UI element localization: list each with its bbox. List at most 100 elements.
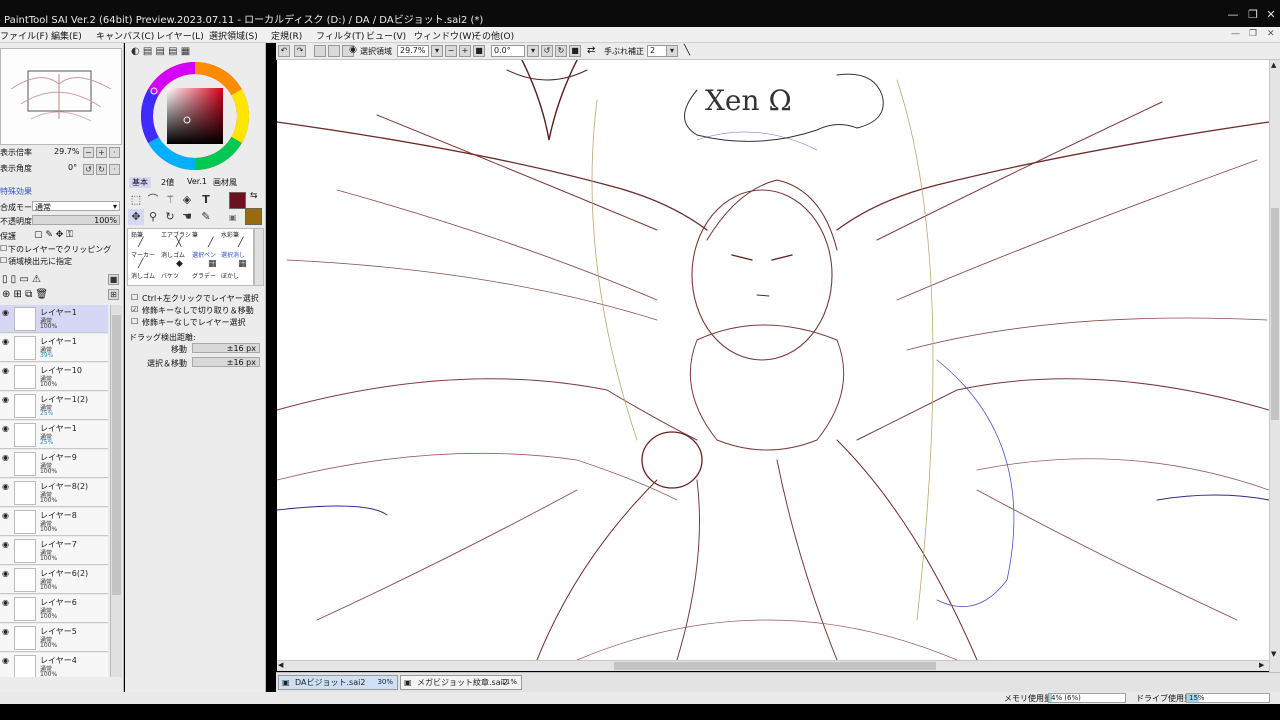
line-tool-icon[interactable]: ╲ xyxy=(684,45,690,56)
doc-tab-2[interactable]: ▣ メガビジョット紋章.sai2 11% xyxy=(400,675,522,690)
effects-label[interactable]: 特殊効果 xyxy=(0,186,32,197)
vertical-scroll-thumb[interactable] xyxy=(1271,208,1279,420)
toolbar-zoom-out[interactable]: − xyxy=(445,45,457,57)
rotate-reset-button[interactable]: · xyxy=(109,164,120,175)
brush-bucket[interactable]: バケツ xyxy=(161,271,179,280)
brush-scrollbar[interactable] xyxy=(254,228,264,286)
mdi-restore-button[interactable]: ❐ xyxy=(1249,29,1257,39)
brush-eraser-2[interactable]: 消しゴム xyxy=(131,271,155,280)
brush-select-erase[interactable]: 選択消し xyxy=(221,250,245,259)
rotate-right-button[interactable]: ↻ xyxy=(96,164,107,175)
cut-move-checkbox[interactable]: ☑ xyxy=(131,305,138,314)
eye-icon[interactable]: ◉ xyxy=(2,570,12,578)
navigator-preview[interactable] xyxy=(0,48,122,145)
tab-binary[interactable]: 2値 xyxy=(161,177,174,188)
undo-button[interactable]: ↶ xyxy=(278,45,290,57)
move-icon[interactable]: ✥ xyxy=(128,209,144,225)
eye-icon[interactable]: ◉ xyxy=(2,454,12,462)
scroll-up-icon[interactable]: ▲ xyxy=(1271,61,1276,69)
layer-actions-icon[interactable]: ▯ ▯ ▭ ⚠ xyxy=(2,274,41,285)
tab-ver1[interactable]: Ver.1 xyxy=(187,177,207,186)
toolbar-rotate-left[interactable]: ↺ xyxy=(541,45,553,57)
toolbar-zoom-field[interactable]: 29.7% xyxy=(397,45,429,57)
layer-row[interactable]: ◉ レイヤー10 通常 100% xyxy=(0,363,108,391)
zoom-in-button[interactable]: + xyxy=(96,147,107,158)
eye-icon[interactable]: ◉ xyxy=(2,483,12,491)
menu-filter[interactable]: フィルタ(T) xyxy=(316,29,364,42)
blend-mode-select[interactable]: 通常 ▾ xyxy=(32,201,120,212)
select-rect-icon[interactable]: ⬚ xyxy=(128,192,144,208)
color-mode-icon[interactable]: ◐ ▤ ▤ ▤ ▦ xyxy=(131,46,190,57)
doc-tab-1[interactable]: ▣ DAビジョット.sai2 30% xyxy=(278,675,398,690)
hand-icon[interactable]: ☚ xyxy=(179,209,195,225)
eyedropper-icon[interactable]: ✎ xyxy=(198,209,214,225)
layer-row[interactable]: ◉ レイヤー1 通常 100% xyxy=(0,305,108,333)
tab-basic[interactable]: 基本 xyxy=(129,177,151,188)
brush-marker[interactable]: マーカー xyxy=(131,250,155,259)
mdi-close-button[interactable]: ✕ xyxy=(1267,29,1275,39)
crop-button[interactable] xyxy=(328,45,340,57)
menu-edit[interactable]: 編集(E) xyxy=(51,29,82,42)
layer-row[interactable]: ◉ レイヤー5 通常 100% xyxy=(0,624,108,652)
menu-selection[interactable]: 選択領域(S) xyxy=(209,29,258,42)
layer-scrollbar[interactable] xyxy=(110,305,122,677)
rotate-left-button[interactable]: ↺ xyxy=(83,164,94,175)
mdi-minimize-button[interactable]: — xyxy=(1231,29,1240,39)
eye-icon[interactable]: ◉ xyxy=(2,396,12,404)
rotate-icon[interactable]: ↻ xyxy=(162,209,178,225)
opacity-slider[interactable]: 100% xyxy=(32,215,120,225)
brush-select-pen[interactable]: 選択ペン xyxy=(192,250,216,259)
fill-shape-icon[interactable]: ◈ xyxy=(179,192,195,208)
menu-file[interactable]: ファイル(F) xyxy=(0,29,48,42)
layer-scroll-thumb[interactable] xyxy=(112,315,121,595)
layer-row[interactable]: ◉ レイヤー9 通常 100% xyxy=(0,450,108,478)
brush-gradient[interactable]: グラデー xyxy=(192,271,216,280)
layer-row[interactable]: ◉ レイヤー4 通常 100% xyxy=(0,653,108,677)
text-tool-icon[interactable]: T xyxy=(198,192,214,208)
toolbar-zoom-reset[interactable]: ■ xyxy=(473,45,485,57)
menu-window[interactable]: ウィンドウ(W) xyxy=(414,29,475,42)
magic-wand-icon[interactable]: ⚚ xyxy=(162,192,178,208)
move-distance-slider[interactable]: ±16 px xyxy=(192,343,260,353)
clip-checkbox[interactable]: ☐ xyxy=(0,244,7,253)
swap-colors-icon[interactable]: ⇆ xyxy=(250,191,258,201)
eye-icon[interactable]: ◉ xyxy=(2,425,12,433)
layer-row[interactable]: ◉ レイヤー7 通常 100% xyxy=(0,537,108,565)
menu-view[interactable]: ビュー(V) xyxy=(366,29,406,42)
drawing-canvas[interactable]: Xen Ω xyxy=(277,60,1269,660)
brush-blur[interactable]: ぼかし xyxy=(221,271,239,280)
toolbar-angle-dropdown[interactable]: ▾ xyxy=(527,45,539,57)
layer-row[interactable]: ◉ レイヤー1 通常 25% xyxy=(0,421,108,449)
zoom-icon[interactable]: ⚲ xyxy=(145,209,161,225)
sub-color-swatch[interactable] xyxy=(245,208,262,225)
layer-row[interactable]: ◉ レイヤー8 通常 100% xyxy=(0,508,108,536)
stabilizer-field[interactable]: 2 xyxy=(647,45,667,57)
scroll-left-icon[interactable]: ◀ xyxy=(278,661,283,669)
layer-row[interactable]: ◉ レイヤー1 通常 39% xyxy=(0,334,108,362)
brush-watercolor[interactable]: 水彩筆 xyxy=(221,230,239,239)
zoom-reset-button[interactable]: · xyxy=(109,147,120,158)
toolbar-angle-field[interactable]: 0.0° xyxy=(491,45,525,57)
color-wheel[interactable] xyxy=(139,60,251,172)
layer-ops-icon[interactable]: ⊕ ⊞ ⧉ 🗑 xyxy=(2,289,48,300)
eye-icon[interactable]: ◉ xyxy=(2,512,12,520)
eye-icon[interactable]: ◉ xyxy=(2,628,12,636)
eye-icon[interactable]: ◉ xyxy=(2,309,12,317)
select-source-checkbox[interactable]: ☐ xyxy=(0,256,7,265)
scroll-down-icon[interactable]: ▼ xyxy=(1271,650,1276,658)
panel-settings-button[interactable]: ⊞ xyxy=(108,289,119,300)
layer-row[interactable]: ◉ レイヤー1(2) 通常 25% xyxy=(0,392,108,420)
layer-row[interactable]: ◉ レイヤー8(2) 通常 100% xyxy=(0,479,108,507)
eye-icon[interactable]: ◉ xyxy=(2,657,12,665)
eye-icon[interactable]: ◉ xyxy=(2,599,12,607)
eye-icon[interactable]: ◉ xyxy=(2,338,12,346)
ctrl-click-checkbox[interactable]: ☐ xyxy=(131,293,138,302)
brush-eraser[interactable]: 消しゴム xyxy=(161,250,185,259)
toolbar-rotate-reset[interactable]: ■ xyxy=(569,45,581,57)
menu-other[interactable]: その他(O) xyxy=(473,29,514,42)
layer-select-checkbox[interactable]: ☐ xyxy=(131,317,138,326)
layer-row[interactable]: ◉ レイヤー6(2) 通常 100% xyxy=(0,566,108,594)
horizontal-scroll-thumb[interactable] xyxy=(614,662,936,670)
eye-icon[interactable]: ◉ xyxy=(2,367,12,375)
redo-button[interactable]: ↷ xyxy=(294,45,306,57)
